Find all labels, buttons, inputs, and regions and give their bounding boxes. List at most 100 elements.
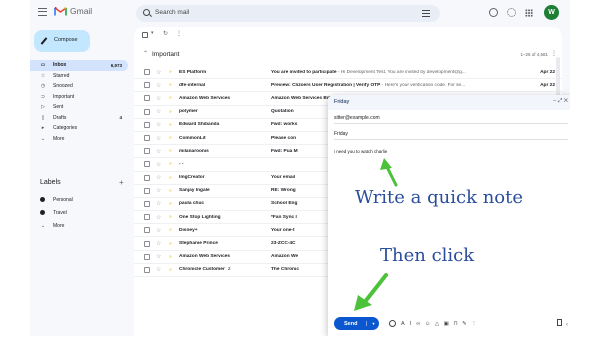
search-icon[interactable] [143, 9, 150, 16]
menu-icon[interactable] [38, 8, 47, 16]
minimize-icon[interactable]: – [553, 98, 556, 104]
star-icon[interactable]: ☆ [156, 253, 164, 260]
table-row[interactable]: ☆ » dfe-internal Preview: Clizoers User Reg… [134, 79, 562, 93]
sidebar-item-snoozed[interactable]: ◷ Snoozed [30, 81, 128, 92]
star-icon[interactable]: ☆ [156, 82, 164, 89]
row-checkbox[interactable] [144, 148, 150, 155]
compose-window-header[interactable]: Friday – ⤢ ✕ [328, 95, 570, 110]
sidebar-item-inbox[interactable]: ▭ Inbox 6,973 [30, 60, 128, 71]
row-checkbox[interactable] [144, 69, 150, 76]
star-icon[interactable]: ☆ [156, 95, 164, 102]
add-label-icon[interactable]: + [119, 178, 124, 187]
important-marker-icon[interactable]: » [169, 241, 176, 247]
sidebar-item-more[interactable]: ⌄ More [30, 134, 128, 145]
row-checkbox[interactable] [144, 187, 150, 194]
section-more-icon[interactable]: ⋮ [551, 50, 557, 57]
select-dropdown-icon[interactable]: ▾ [151, 30, 154, 36]
sidebar-item-sent[interactable]: ▷ Sent [30, 102, 128, 113]
label-item-travel[interactable]: Travel [30, 206, 128, 219]
important-marker-icon[interactable]: » [169, 161, 176, 167]
row-checkbox[interactable] [144, 95, 150, 102]
close-icon[interactable]: ✕ [564, 98, 568, 104]
important-marker-icon[interactable]: » [169, 69, 176, 75]
sidebar-item-important[interactable]: ⊃ Important [30, 92, 128, 103]
more-options-icon[interactable]: ⋮ [471, 321, 477, 327]
search-options-icon[interactable] [422, 10, 430, 17]
row-checkbox[interactable] [144, 240, 150, 247]
search-bar[interactable]: Search mail [136, 5, 440, 22]
row-checkbox[interactable] [144, 121, 150, 128]
star-icon[interactable]: ☆ [156, 214, 164, 221]
important-marker-icon[interactable]: » [169, 227, 176, 233]
signature-icon[interactable]: ✎ [462, 321, 467, 327]
star-icon[interactable]: ☆ [156, 227, 164, 234]
trash-icon[interactable] [557, 319, 562, 326]
message-body[interactable]: i need you to watch charlie [334, 149, 387, 154]
gmail-logo[interactable]: Gmail [54, 6, 92, 16]
sidebar-item-categories[interactable]: ▸ Categories [30, 123, 128, 134]
compose-button[interactable]: Compose [34, 30, 90, 52]
important-marker-icon[interactable]: » [169, 148, 176, 154]
row-checkbox[interactable] [144, 108, 150, 115]
side-panel-chevron-icon[interactable]: ‹ [566, 322, 568, 328]
row-checkbox[interactable] [144, 266, 150, 273]
star-icon[interactable]: ☆ [156, 148, 164, 155]
subject-field[interactable]: Friday [334, 127, 568, 140]
avatar[interactable]: W [544, 5, 559, 20]
star-icon[interactable]: ☆ [156, 135, 164, 142]
refresh-icon[interactable]: ↻ [163, 30, 168, 37]
star-icon[interactable]: ☆ [156, 266, 164, 273]
help-icon[interactable] [489, 8, 498, 17]
important-marker-icon[interactable]: » [169, 95, 176, 101]
apps-grid-icon[interactable] [525, 9, 533, 17]
label-item-personal[interactable]: Personal [30, 193, 128, 206]
row-checkbox[interactable] [144, 174, 150, 181]
important-section-header[interactable]: ⌃ Important 1–25 of 4,581 ⋮ [134, 49, 562, 61]
star-icon[interactable]: ☆ [156, 187, 164, 194]
row-checkbox[interactable] [144, 253, 150, 260]
row-checkbox[interactable] [144, 200, 150, 207]
photo-icon[interactable]: ▣ [444, 321, 449, 327]
important-marker-icon[interactable]: » [169, 122, 176, 128]
more-options-icon[interactable]: ⋮ [176, 30, 182, 37]
row-checkbox[interactable] [144, 82, 150, 89]
table-row[interactable]: ☆ » ES Platform You are invited to particip… [134, 66, 562, 80]
drive-icon[interactable]: △ [435, 321, 439, 327]
collapse-chevron-icon[interactable]: ⌃ [143, 50, 148, 57]
label-item-more[interactable]: ⌄ More [30, 219, 128, 232]
row-checkbox[interactable] [144, 161, 150, 168]
star-icon[interactable]: ☆ [156, 121, 164, 128]
settings-gear-icon[interactable] [507, 8, 516, 17]
important-marker-icon[interactable]: » [169, 201, 176, 207]
select-all-checkbox[interactable] [142, 32, 148, 38]
star-icon[interactable]: ☆ [156, 108, 164, 115]
row-checkbox[interactable] [144, 227, 150, 234]
lock-icon[interactable]: ⊓ [453, 321, 457, 327]
star-icon[interactable]: ☆ [156, 200, 164, 207]
important-marker-icon[interactable]: » [169, 109, 176, 115]
link-icon[interactable]: ∞ [416, 321, 420, 327]
send-button[interactable]: Send ▾ [334, 317, 380, 330]
row-checkbox[interactable] [144, 214, 150, 221]
send-options-icon[interactable]: ▾ [366, 321, 379, 326]
star-icon[interactable]: ☆ [156, 161, 164, 168]
star-icon[interactable]: ☆ [156, 69, 164, 76]
important-marker-icon[interactable]: » [169, 82, 176, 88]
text-color-icon[interactable]: A [401, 321, 405, 327]
row-checkbox[interactable] [144, 135, 150, 142]
smiley-icon[interactable]: ☺ [425, 321, 431, 327]
important-marker-icon[interactable]: » [169, 254, 176, 260]
star-icon[interactable]: ☆ [156, 240, 164, 247]
important-marker-icon[interactable]: » [169, 135, 176, 141]
important-marker-icon[interactable]: » [169, 267, 176, 273]
expand-icon[interactable]: ⤢ [558, 98, 562, 104]
sidebar-item-drafts[interactable]: ▯ Drafts 4 [30, 113, 128, 124]
attach-icon[interactable]: ⌇ [409, 321, 412, 327]
important-marker-icon[interactable]: » [169, 214, 176, 220]
star-icon[interactable]: ☆ [156, 174, 164, 181]
to-field[interactable]: sitter@example.com [334, 111, 568, 124]
important-marker-icon[interactable]: » [169, 175, 176, 181]
important-marker-icon[interactable]: » [169, 188, 176, 194]
sidebar-item-starred[interactable]: ☆ Starred [30, 71, 128, 82]
emoji-icon[interactable] [389, 320, 397, 327]
